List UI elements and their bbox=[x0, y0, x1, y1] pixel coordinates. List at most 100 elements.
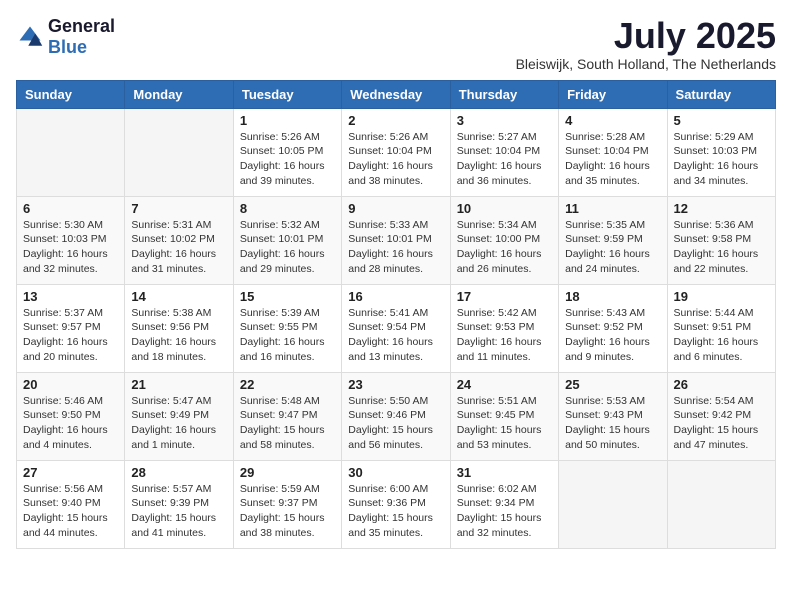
logo-general-text: General bbox=[48, 16, 115, 36]
page-header: General Blue July 2025 Bleiswijk, South … bbox=[16, 16, 776, 72]
location-text: Bleiswijk, South Holland, The Netherland… bbox=[516, 56, 776, 72]
weekday-header-sunday: Sunday bbox=[17, 80, 125, 108]
day-number: 30 bbox=[348, 465, 443, 480]
calendar-cell: 26Sunrise: 5:54 AM Sunset: 9:42 PM Dayli… bbox=[667, 372, 775, 460]
calendar-cell: 28 Sunrise: 5:57 AM Sunset: 9:39 PM Dayli… bbox=[125, 460, 233, 548]
calendar-cell: 14 Sunrise: 5:38 AM Sunset: 9:56 PM Dayli… bbox=[125, 284, 233, 372]
calendar-cell: 16 Sunrise: 5:41 AM Sunset: 9:54 PM Dayli… bbox=[342, 284, 450, 372]
cell-content: Sunrise: 5:48 AM Sunset: 9:47 PM Dayligh… bbox=[240, 394, 335, 453]
calendar-week-row: 6Sunrise: 5:30 AM Sunset: 10:03 PM Dayli… bbox=[17, 196, 776, 284]
calendar-cell: 6Sunrise: 5:30 AM Sunset: 10:03 PM Dayli… bbox=[17, 196, 125, 284]
calendar-cell bbox=[667, 460, 775, 548]
cell-content: Sunrise: 5:43 AM Sunset: 9:52 PM Dayligh… bbox=[565, 306, 660, 365]
calendar-cell: 10 Sunrise: 5:34 AM Sunset: 10:00 PM Dayl… bbox=[450, 196, 558, 284]
day-number: 6 bbox=[23, 201, 118, 216]
weekday-header-tuesday: Tuesday bbox=[233, 80, 341, 108]
cell-content: Sunrise: 5:56 AM Sunset: 9:40 PM Dayligh… bbox=[23, 482, 118, 541]
calendar-cell: 15Sunrise: 5:39 AM Sunset: 9:55 PM Dayli… bbox=[233, 284, 341, 372]
calendar-cell: 3 Sunrise: 5:27 AM Sunset: 10:04 PM Dayli… bbox=[450, 108, 558, 196]
day-number: 10 bbox=[457, 201, 552, 216]
day-number: 9 bbox=[348, 201, 443, 216]
cell-content: Sunrise: 5:57 AM Sunset: 9:39 PM Dayligh… bbox=[131, 482, 226, 541]
calendar-cell: 19Sunrise: 5:44 AM Sunset: 9:51 PM Dayli… bbox=[667, 284, 775, 372]
calendar-cell: 9 Sunrise: 5:33 AM Sunset: 10:01 PM Dayli… bbox=[342, 196, 450, 284]
cell-content: Sunrise: 5:29 AM Sunset: 10:03 PM Daylig… bbox=[674, 130, 769, 189]
weekday-header-monday: Monday bbox=[125, 80, 233, 108]
logo: General Blue bbox=[16, 16, 115, 58]
calendar-cell: 27 Sunrise: 5:56 AM Sunset: 9:40 PM Dayli… bbox=[17, 460, 125, 548]
cell-content: Sunrise: 5:31 AM Sunset: 10:02 PM Daylig… bbox=[131, 218, 226, 277]
title-area: July 2025 Bleiswijk, South Holland, The … bbox=[516, 16, 776, 72]
calendar-cell: 12Sunrise: 5:36 AM Sunset: 9:58 PM Dayli… bbox=[667, 196, 775, 284]
cell-content: Sunrise: 5:53 AM Sunset: 9:43 PM Dayligh… bbox=[565, 394, 660, 453]
day-number: 27 bbox=[23, 465, 118, 480]
calendar-week-row: 13Sunrise: 5:37 AM Sunset: 9:57 PM Dayli… bbox=[17, 284, 776, 372]
day-number: 13 bbox=[23, 289, 118, 304]
calendar-cell: 4 Sunrise: 5:28 AM Sunset: 10:04 PM Dayli… bbox=[559, 108, 667, 196]
day-number: 3 bbox=[457, 113, 552, 128]
cell-content: Sunrise: 5:27 AM Sunset: 10:04 PM Daylig… bbox=[457, 130, 552, 189]
calendar-cell: 22 Sunrise: 5:48 AM Sunset: 9:47 PM Dayli… bbox=[233, 372, 341, 460]
day-number: 21 bbox=[131, 377, 226, 392]
cell-content: Sunrise: 5:28 AM Sunset: 10:04 PM Daylig… bbox=[565, 130, 660, 189]
day-number: 24 bbox=[457, 377, 552, 392]
day-number: 28 bbox=[131, 465, 226, 480]
day-number: 14 bbox=[131, 289, 226, 304]
cell-content: Sunrise: 5:54 AM Sunset: 9:42 PM Dayligh… bbox=[674, 394, 769, 453]
calendar-cell bbox=[559, 460, 667, 548]
calendar-cell: 29Sunrise: 5:59 AM Sunset: 9:37 PM Dayli… bbox=[233, 460, 341, 548]
day-number: 1 bbox=[240, 113, 335, 128]
day-number: 23 bbox=[348, 377, 443, 392]
weekday-header-row: SundayMondayTuesdayWednesdayThursdayFrid… bbox=[17, 80, 776, 108]
day-number: 15 bbox=[240, 289, 335, 304]
day-number: 12 bbox=[674, 201, 769, 216]
cell-content: Sunrise: 5:41 AM Sunset: 9:54 PM Dayligh… bbox=[348, 306, 443, 365]
weekday-header-thursday: Thursday bbox=[450, 80, 558, 108]
day-number: 31 bbox=[457, 465, 552, 480]
calendar-week-row: 27 Sunrise: 5:56 AM Sunset: 9:40 PM Dayli… bbox=[17, 460, 776, 548]
logo-blue-text: Blue bbox=[48, 37, 87, 57]
logo-icon bbox=[16, 23, 44, 51]
calendar-cell: 20Sunrise: 5:46 AM Sunset: 9:50 PM Dayli… bbox=[17, 372, 125, 460]
day-number: 22 bbox=[240, 377, 335, 392]
cell-content: Sunrise: 6:02 AM Sunset: 9:34 PM Dayligh… bbox=[457, 482, 552, 541]
calendar-cell: 2 Sunrise: 5:26 AM Sunset: 10:04 PM Dayli… bbox=[342, 108, 450, 196]
weekday-header-saturday: Saturday bbox=[667, 80, 775, 108]
calendar-cell: 8Sunrise: 5:32 AM Sunset: 10:01 PM Dayli… bbox=[233, 196, 341, 284]
cell-content: Sunrise: 5:35 AM Sunset: 9:59 PM Dayligh… bbox=[565, 218, 660, 277]
calendar-cell bbox=[17, 108, 125, 196]
cell-content: Sunrise: 5:33 AM Sunset: 10:01 PM Daylig… bbox=[348, 218, 443, 277]
cell-content: Sunrise: 5:51 AM Sunset: 9:45 PM Dayligh… bbox=[457, 394, 552, 453]
day-number: 4 bbox=[565, 113, 660, 128]
cell-content: Sunrise: 5:32 AM Sunset: 10:01 PM Daylig… bbox=[240, 218, 335, 277]
calendar-cell: 21 Sunrise: 5:47 AM Sunset: 9:49 PM Dayli… bbox=[125, 372, 233, 460]
cell-content: Sunrise: 5:42 AM Sunset: 9:53 PM Dayligh… bbox=[457, 306, 552, 365]
weekday-header-wednesday: Wednesday bbox=[342, 80, 450, 108]
cell-content: Sunrise: 5:38 AM Sunset: 9:56 PM Dayligh… bbox=[131, 306, 226, 365]
cell-content: Sunrise: 6:00 AM Sunset: 9:36 PM Dayligh… bbox=[348, 482, 443, 541]
calendar-cell: 23Sunrise: 5:50 AM Sunset: 9:46 PM Dayli… bbox=[342, 372, 450, 460]
day-number: 5 bbox=[674, 113, 769, 128]
day-number: 19 bbox=[674, 289, 769, 304]
month-title: July 2025 bbox=[516, 16, 776, 56]
calendar-cell: 30 Sunrise: 6:00 AM Sunset: 9:36 PM Dayli… bbox=[342, 460, 450, 548]
calendar-cell: 13Sunrise: 5:37 AM Sunset: 9:57 PM Dayli… bbox=[17, 284, 125, 372]
cell-content: Sunrise: 5:34 AM Sunset: 10:00 PM Daylig… bbox=[457, 218, 552, 277]
day-number: 7 bbox=[131, 201, 226, 216]
cell-content: Sunrise: 5:47 AM Sunset: 9:49 PM Dayligh… bbox=[131, 394, 226, 453]
cell-content: Sunrise: 5:59 AM Sunset: 9:37 PM Dayligh… bbox=[240, 482, 335, 541]
cell-content: Sunrise: 5:26 AM Sunset: 10:04 PM Daylig… bbox=[348, 130, 443, 189]
weekday-header-friday: Friday bbox=[559, 80, 667, 108]
calendar-cell: 25 Sunrise: 5:53 AM Sunset: 9:43 PM Dayli… bbox=[559, 372, 667, 460]
day-number: 17 bbox=[457, 289, 552, 304]
day-number: 25 bbox=[565, 377, 660, 392]
day-number: 20 bbox=[23, 377, 118, 392]
day-number: 18 bbox=[565, 289, 660, 304]
calendar-cell: 11 Sunrise: 5:35 AM Sunset: 9:59 PM Dayli… bbox=[559, 196, 667, 284]
calendar-cell: 1Sunrise: 5:26 AM Sunset: 10:05 PM Dayli… bbox=[233, 108, 341, 196]
day-number: 2 bbox=[348, 113, 443, 128]
day-number: 16 bbox=[348, 289, 443, 304]
calendar-week-row: 20Sunrise: 5:46 AM Sunset: 9:50 PM Dayli… bbox=[17, 372, 776, 460]
calendar-cell: 7 Sunrise: 5:31 AM Sunset: 10:02 PM Dayli… bbox=[125, 196, 233, 284]
day-number: 11 bbox=[565, 201, 660, 216]
